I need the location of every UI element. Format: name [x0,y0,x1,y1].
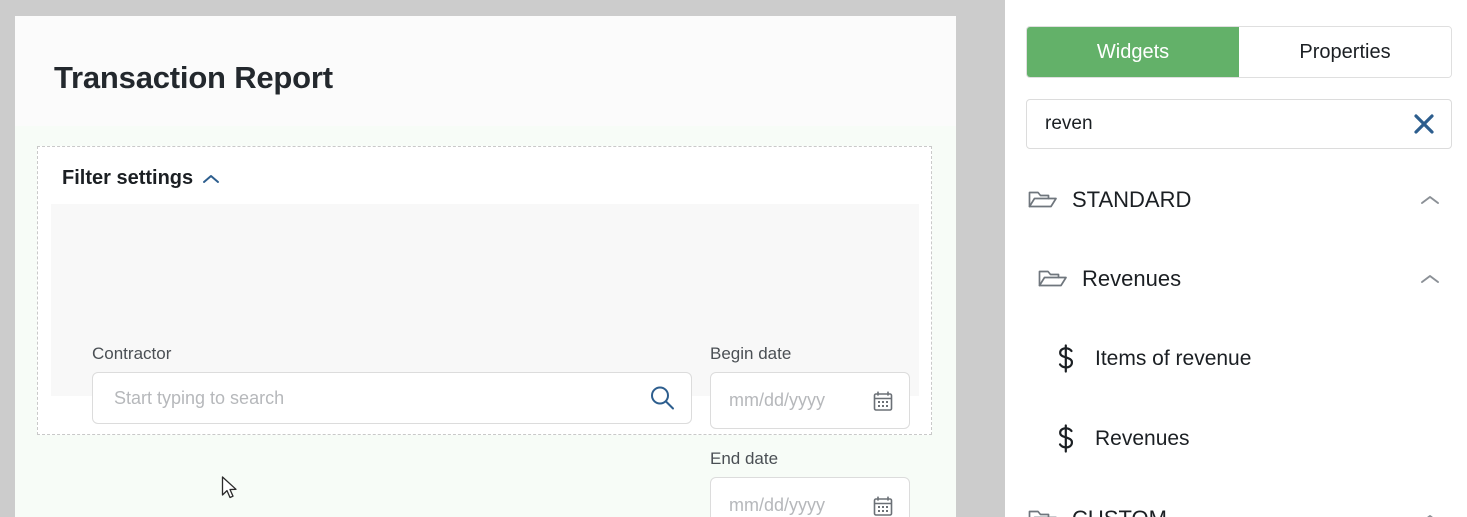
folder-open-icon [1026,507,1060,517]
contractor-label: Contractor [92,344,172,363]
begin-date-input[interactable]: mm/dd/yyyy [710,372,910,429]
widget-dropzone[interactable]: Filter settings Contractor Start typing … [15,126,956,517]
tree-item-label: STANDARD [1072,186,1192,212]
end-date-label: End date [710,449,779,468]
tree-item-revenues-folder[interactable]: Revenues [1005,239,1467,319]
end-date-input[interactable]: mm/dd/yyyy [710,477,910,517]
end-date-placeholder: mm/dd/yyyy [729,495,826,515]
chevron-up-icon[interactable] [1419,193,1441,207]
panel-tabs: Widgets Properties [1026,26,1452,78]
tab-widgets[interactable]: Widgets [1027,27,1239,77]
filter-settings-panel[interactable]: Filter settings Contractor Start typing … [37,146,932,517]
close-x-icon[interactable] [1411,111,1451,137]
tree-item-standard[interactable]: STANDARD [1005,160,1467,239]
contractor-input[interactable]: Start typing to search [92,372,692,424]
tree-item-label: Items of revenue [1095,347,1252,370]
tree-item-label: Revenues [1082,266,1182,291]
dollar-icon [1049,423,1083,455]
dollar-icon [1049,343,1083,375]
app-root: Transaction Report Filter settings Contr… [0,0,1467,517]
calendar-icon[interactable] [871,494,909,517]
page-title: Transaction Report [54,60,333,95]
begin-date-placeholder: mm/dd/yyyy [729,390,826,410]
widgets-side-panel: Widgets Properties reven STANDARD Revenu… [1005,0,1467,517]
tree-item-revenues[interactable]: Revenues [1005,399,1467,479]
tree-item-custom[interactable]: CUSTOM [1005,479,1467,517]
search-input[interactable]: reven [1027,113,1411,135]
filter-settings-header[interactable]: Filter settings [62,167,220,190]
calendar-icon[interactable] [871,389,909,413]
search-icon[interactable] [647,383,691,413]
tab-properties[interactable]: Properties [1239,27,1451,77]
report-designer-canvas: Transaction Report Filter settings Contr… [15,16,956,517]
filter-fields-container [51,204,919,396]
folder-open-icon [1036,267,1070,291]
contractor-placeholder: Start typing to search [114,387,285,408]
widget-tree: STANDARD Revenues Items of revenue Reven… [1005,160,1467,517]
begin-date-label: Begin date [710,344,792,363]
filter-settings-title: Filter settings [62,167,194,189]
chevron-up-icon[interactable] [1419,512,1441,517]
folder-open-icon [1026,188,1060,212]
chevron-up-icon[interactable] [202,173,220,185]
widget-search-bar[interactable]: reven [1026,99,1452,149]
tree-item-items-of-revenue[interactable]: Items of revenue [1005,319,1467,399]
chevron-up-icon[interactable] [1419,272,1441,286]
tree-item-label: CUSTOM [1072,506,1167,517]
tree-item-label: Revenues [1095,427,1190,450]
